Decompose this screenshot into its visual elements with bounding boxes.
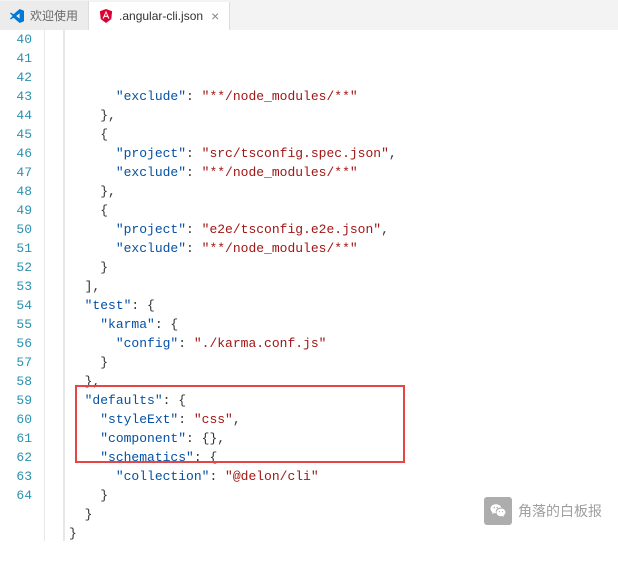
line-number: 41 [0, 49, 32, 68]
code-line[interactable]: "exclude": "**/node_modules/**" [69, 239, 618, 258]
line-number: 50 [0, 220, 32, 239]
code-area[interactable]: "exclude": "**/node_modules/**" }, { "pr… [64, 30, 618, 541]
code-line[interactable]: "collection": "@delon/cli" [69, 467, 618, 486]
line-number: 63 [0, 467, 32, 486]
code-line[interactable] [69, 543, 618, 562]
indent-guide [44, 30, 64, 541]
line-number: 42 [0, 68, 32, 87]
tab-label: 欢迎使用 [30, 7, 78, 24]
line-number: 54 [0, 296, 32, 315]
editor-tabs: 欢迎使用 .angular-cli.json × [0, 0, 618, 30]
line-number: 47 [0, 163, 32, 182]
line-number: 48 [0, 182, 32, 201]
line-number: 59 [0, 391, 32, 410]
code-line[interactable]: { [69, 201, 618, 220]
vscode-icon [10, 9, 24, 23]
code-line[interactable]: } [69, 524, 618, 543]
line-number: 45 [0, 125, 32, 144]
line-number: 53 [0, 277, 32, 296]
watermark: 角落的白板报 [484, 497, 602, 525]
line-number: 56 [0, 334, 32, 353]
line-number-gutter: 4041424344454647484950515253545556575859… [0, 30, 40, 541]
code-line[interactable]: }, [69, 372, 618, 391]
code-line[interactable]: ], [69, 277, 618, 296]
line-number: 46 [0, 144, 32, 163]
close-icon[interactable]: × [211, 8, 219, 24]
code-line[interactable]: "schematics": { [69, 448, 618, 467]
line-number: 57 [0, 353, 32, 372]
line-number: 64 [0, 486, 32, 505]
code-line[interactable]: } [69, 258, 618, 277]
tab-angular-cli[interactable]: .angular-cli.json × [89, 2, 230, 30]
code-line[interactable]: "test": { [69, 296, 618, 315]
line-number: 51 [0, 239, 32, 258]
tab-welcome[interactable]: 欢迎使用 [0, 1, 89, 30]
code-line[interactable]: "exclude": "**/node_modules/**" [69, 163, 618, 182]
code-line[interactable]: "karma": { [69, 315, 618, 334]
code-line[interactable]: "project": "src/tsconfig.spec.json", [69, 144, 618, 163]
angular-icon [99, 9, 113, 23]
line-number: 52 [0, 258, 32, 277]
code-line[interactable]: "component": {}, [69, 429, 618, 448]
code-line[interactable]: "styleExt": "css", [69, 410, 618, 429]
code-line[interactable]: "exclude": "**/node_modules/**" [69, 87, 618, 106]
line-number: 62 [0, 448, 32, 467]
code-line[interactable]: "project": "e2e/tsconfig.e2e.json", [69, 220, 618, 239]
code-line[interactable]: } [69, 353, 618, 372]
watermark-text: 角落的白板报 [518, 501, 602, 521]
line-number: 43 [0, 87, 32, 106]
line-number: 49 [0, 201, 32, 220]
code-editor[interactable]: 4041424344454647484950515253545556575859… [0, 30, 618, 541]
code-line[interactable]: }, [69, 106, 618, 125]
tab-label: .angular-cli.json [119, 9, 203, 23]
code-line[interactable]: "defaults": { [69, 391, 618, 410]
line-number: 60 [0, 410, 32, 429]
code-line[interactable]: { [69, 125, 618, 144]
line-number: 58 [0, 372, 32, 391]
line-number: 61 [0, 429, 32, 448]
line-number: 55 [0, 315, 32, 334]
wechat-icon [484, 497, 512, 525]
line-number: 44 [0, 106, 32, 125]
line-number: 40 [0, 30, 32, 49]
code-line[interactable]: }, [69, 182, 618, 201]
code-line[interactable]: "config": "./karma.conf.js" [69, 334, 618, 353]
